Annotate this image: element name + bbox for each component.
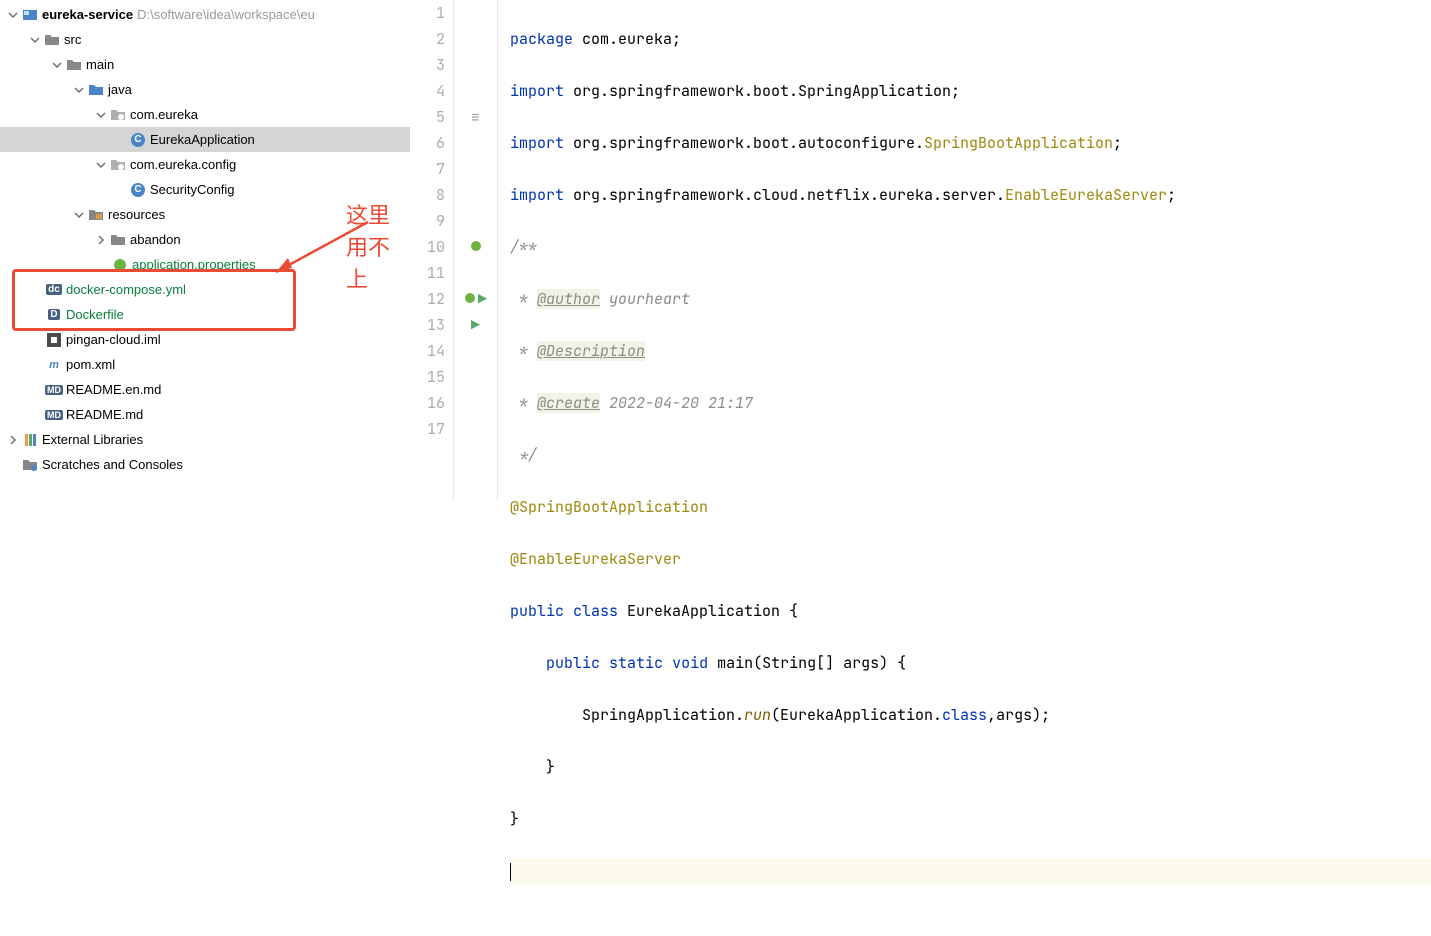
spring-bean-icon[interactable] (470, 234, 482, 260)
tree-node-package-eureka[interactable]: com.eureka (0, 102, 410, 127)
list-icon[interactable]: ≡ (471, 104, 480, 130)
chevron-down-icon[interactable] (94, 108, 108, 122)
code-area[interactable]: package com.eureka; import org.springfra… (498, 0, 1431, 501)
folder-icon (66, 57, 82, 73)
tree-node-iml[interactable]: pingan-cloud.iml (0, 327, 410, 352)
tree-node-package-config[interactable]: com.eureka.config (0, 152, 410, 177)
gutter-line-numbers: 1234 5678 9101112 13141516 17 (410, 0, 454, 501)
tree-node-external-libraries[interactable]: External Libraries (0, 427, 410, 452)
tree-node-security-config[interactable]: C SecurityConfig (0, 177, 410, 202)
package-icon (110, 157, 126, 173)
resources-folder-icon (88, 207, 104, 223)
tree-node-root[interactable]: eureka-service D:\software\idea\workspac… (0, 2, 410, 27)
chevron-down-icon[interactable] (72, 83, 86, 97)
chevron-down-icon[interactable] (94, 158, 108, 172)
annotation-arrow-icon (258, 214, 378, 284)
tree-node-pom[interactable]: m pom.xml (0, 352, 410, 377)
project-tree[interactable]: eureka-service D:\software\idea\workspac… (0, 0, 410, 501)
markdown-file-icon: MD (46, 382, 62, 398)
maven-file-icon: m (46, 357, 62, 373)
root-name: eureka-service (42, 7, 133, 22)
java-class-icon: C (130, 132, 146, 148)
tree-node-main[interactable]: main (0, 52, 410, 77)
docker-file-icon: D (46, 307, 62, 323)
scratches-icon (22, 457, 38, 473)
gutter-icons: ≡ ▶ ▶ (454, 0, 498, 501)
java-class-icon: C (130, 182, 146, 198)
tree-node-java[interactable]: java (0, 77, 410, 102)
text-cursor (510, 863, 511, 881)
tree-node-dockerfile[interactable]: D Dockerfile (0, 302, 410, 327)
tree-node-readme-en[interactable]: MD README.en.md (0, 377, 410, 402)
tree-node-scratches[interactable]: Scratches and Consoles (0, 452, 410, 477)
folder-icon (44, 32, 60, 48)
iml-file-icon (46, 332, 62, 348)
chevron-down-icon[interactable] (50, 58, 64, 72)
tree-node-src[interactable]: src (0, 27, 410, 52)
spring-icon (112, 257, 128, 273)
tree-node-readme[interactable]: MD README.md (0, 402, 410, 427)
root-path: D:\software\idea\workspace\eu (137, 7, 315, 22)
markdown-file-icon: MD (46, 407, 62, 423)
chevron-down-icon[interactable] (72, 208, 86, 222)
package-icon (110, 107, 126, 123)
module-icon (22, 7, 38, 23)
folder-icon (110, 232, 126, 248)
chevron-down-icon[interactable] (6, 8, 20, 22)
chevron-right-icon[interactable] (6, 433, 20, 447)
chevron-down-icon[interactable] (28, 33, 42, 47)
spring-bean-icon[interactable] (464, 286, 476, 312)
yaml-file-icon: dc (46, 282, 62, 298)
run-gutter-icon[interactable]: ▶ (478, 286, 487, 312)
code-editor[interactable]: 1234 5678 9101112 13141516 17 ≡ ▶ ▶ pack… (410, 0, 1431, 501)
libraries-icon (22, 432, 38, 448)
run-gutter-icon[interactable]: ▶ (471, 312, 480, 338)
source-folder-icon (88, 82, 104, 98)
chevron-right-icon[interactable] (94, 233, 108, 247)
tree-node-eureka-application[interactable]: C EurekaApplication (0, 127, 410, 152)
